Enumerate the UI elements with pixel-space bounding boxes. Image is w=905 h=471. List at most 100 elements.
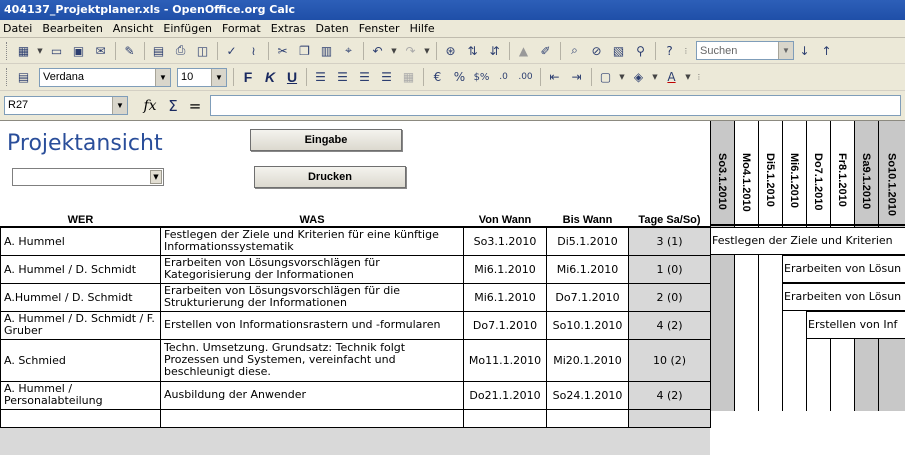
cell-tage[interactable] <box>628 408 711 428</box>
sort-ascending-icon[interactable]: ⇅ <box>462 40 483 61</box>
cell-wer[interactable]: A. Schmied <box>0 338 161 382</box>
cut-icon[interactable]: ✂ <box>272 40 293 61</box>
italic-button[interactable]: K <box>259 67 281 88</box>
undo-icon[interactable]: ↶ <box>367 40 388 61</box>
cell-bis[interactable]: Mi6.1.2010 <box>546 254 629 284</box>
autospell-icon[interactable]: ≀ <box>243 40 264 61</box>
cell-bis[interactable]: So10.1.2010 <box>546 310 629 340</box>
sum-icon[interactable]: Σ <box>162 97 184 115</box>
open-icon[interactable]: ▭ <box>46 40 67 61</box>
save-icon[interactable]: ▣ <box>68 40 89 61</box>
cell-bis[interactable] <box>546 408 629 428</box>
gantt-bar[interactable]: Festlegen der Ziele und Kriterien <box>710 227 905 255</box>
help-icon[interactable]: ? <box>659 40 680 61</box>
chevron-down-icon[interactable]: ▼ <box>778 42 793 59</box>
bold-button[interactable]: F <box>237 67 259 88</box>
toolbar-options-icon[interactable]: ⋮ <box>694 67 704 88</box>
search-field[interactable]: Suchen ▼ <box>696 41 794 60</box>
copy-icon[interactable]: ❐ <box>294 40 315 61</box>
eingabe-button[interactable]: Eingabe <box>250 129 402 151</box>
find-previous-icon[interactable]: ↑ <box>816 40 837 61</box>
edit-file-icon[interactable]: ✎ <box>119 40 140 61</box>
zoom-icon[interactable]: ⚲ <box>630 40 651 61</box>
name-box[interactable]: R27 ▼ <box>4 96 128 115</box>
cell-was[interactable]: Erarbeiten von Lösungsvorschlägen für Ka… <box>160 254 464 284</box>
menu-extras[interactable]: Extras <box>267 20 312 38</box>
cell-bis[interactable]: Di5.1.2010 <box>546 226 629 256</box>
menu-format[interactable]: Format <box>218 20 267 38</box>
cell-tage[interactable]: 2 (0) <box>628 282 711 312</box>
format-paintbrush-icon[interactable]: ⌖ <box>338 40 359 61</box>
cell-tage[interactable]: 10 (2) <box>628 338 711 382</box>
menu-fenster[interactable]: Fenster <box>355 20 406 38</box>
align-left-icon[interactable]: ☰ <box>310 67 331 88</box>
cell-tage[interactable]: 4 (2) <box>628 310 711 340</box>
standard-number-format-icon[interactable]: $% <box>471 67 492 88</box>
cell-wer[interactable]: A. Hummel / D. Schmidt <box>0 254 161 284</box>
cell-was[interactable]: Erstellen von Informationsrastern und -f… <box>160 310 464 340</box>
increase-indent-icon[interactable]: ⇥ <box>566 67 587 88</box>
gantt-bar[interactable]: Erarbeiten von Lösun <box>782 255 905 283</box>
font-name-select[interactable]: Verdana ▼ <box>39 67 171 87</box>
borders-icon[interactable]: ▢ <box>595 67 616 88</box>
add-decimal-icon[interactable]: .0 <box>493 67 514 88</box>
cell-von[interactable]: So3.1.2010 <box>463 226 547 256</box>
cell-von[interactable] <box>463 408 547 428</box>
drucken-button[interactable]: Drucken <box>254 166 406 188</box>
font-color-dropdown-icon[interactable]: ▼ <box>683 67 693 88</box>
function-wizard-icon[interactable]: fx <box>138 98 162 114</box>
gallery-icon[interactable]: ▧ <box>608 40 629 61</box>
chevron-down-icon[interactable]: ▼ <box>211 68 226 86</box>
cell-wer[interactable]: A. Hummel <box>0 226 161 256</box>
find-next-icon[interactable]: ↓ <box>794 40 815 61</box>
hyperlink-icon[interactable]: ⊛ <box>440 40 461 61</box>
menu-datei[interactable]: Datei <box>0 20 38 38</box>
cell-von[interactable]: Mi6.1.2010 <box>463 282 547 312</box>
chevron-down-icon[interactable]: ▼ <box>155 68 170 86</box>
background-color-icon[interactable]: ◈ <box>628 67 649 88</box>
navigator-icon[interactable]: ⊘ <box>586 40 607 61</box>
spellcheck-icon[interactable]: ✓ <box>221 40 242 61</box>
borders-dropdown-icon[interactable]: ▼ <box>617 67 627 88</box>
menu-hilfe[interactable]: Hilfe <box>406 20 441 38</box>
cell-wer[interactable] <box>0 408 161 428</box>
font-size-select[interactable]: 10 ▼ <box>177 67 227 87</box>
cell-was[interactable]: Festlegen der Ziele und Kriterien für ei… <box>160 226 464 256</box>
cell-von[interactable]: Do21.1.2010 <box>463 380 547 410</box>
background-color-dropdown-icon[interactable]: ▼ <box>650 67 660 88</box>
cell-von[interactable]: Do7.1.2010 <box>463 310 547 340</box>
function-icon[interactable]: = <box>184 97 206 115</box>
undo-dropdown-icon[interactable]: ▼ <box>389 40 399 61</box>
cell-bis[interactable]: Do7.1.2010 <box>546 282 629 312</box>
redo-icon[interactable]: ↷ <box>400 40 421 61</box>
cell-von[interactable]: Mo11.1.2010 <box>463 338 547 382</box>
styles-formatting-icon[interactable]: ▤ <box>13 67 34 88</box>
currency-format-icon[interactable]: € <box>427 67 448 88</box>
cell-was[interactable] <box>160 408 464 428</box>
sort-descending-icon[interactable]: ⇵ <box>484 40 505 61</box>
align-center-icon[interactable]: ☰ <box>332 67 353 88</box>
align-right-icon[interactable]: ☰ <box>354 67 375 88</box>
insert-chart-icon[interactable]: ▲ <box>513 40 534 61</box>
menu-ansicht[interactable]: Ansicht <box>109 20 160 38</box>
decrease-indent-icon[interactable]: ⇤ <box>544 67 565 88</box>
cell-wer[interactable]: A. Hummel / D. Schmidt / F. Gruber <box>0 310 161 340</box>
cell-wer[interactable]: A. Hummel / Personalabteilung <box>0 380 161 410</box>
percent-format-icon[interactable]: % <box>449 67 470 88</box>
cell-wer[interactable]: A.Hummel / D. Schmidt <box>0 282 161 312</box>
gantt-bar[interactable]: Erarbeiten von Lösun <box>782 283 905 311</box>
cell-bis[interactable]: So24.1.2010 <box>546 380 629 410</box>
cell-tage[interactable]: 3 (1) <box>628 226 711 256</box>
delete-decimal-icon[interactable]: .00 <box>515 67 536 88</box>
page-preview-icon[interactable]: ◫ <box>192 40 213 61</box>
formula-input[interactable] <box>210 95 901 116</box>
new-dropdown-icon[interactable]: ▼ <box>35 40 45 61</box>
cell-bis[interactable]: Mi20.1.2010 <box>546 338 629 382</box>
project-select[interactable]: ▼ <box>12 168 164 186</box>
new-document-icon[interactable]: ▦ <box>13 40 34 61</box>
menu-bearbeiten[interactable]: Bearbeiten <box>38 20 108 38</box>
chevron-down-icon[interactable]: ▼ <box>150 170 162 184</box>
menu-einfuegen[interactable]: Einfügen <box>159 20 218 38</box>
chevron-down-icon[interactable]: ▼ <box>112 97 127 114</box>
justify-icon[interactable]: ☰ <box>376 67 397 88</box>
